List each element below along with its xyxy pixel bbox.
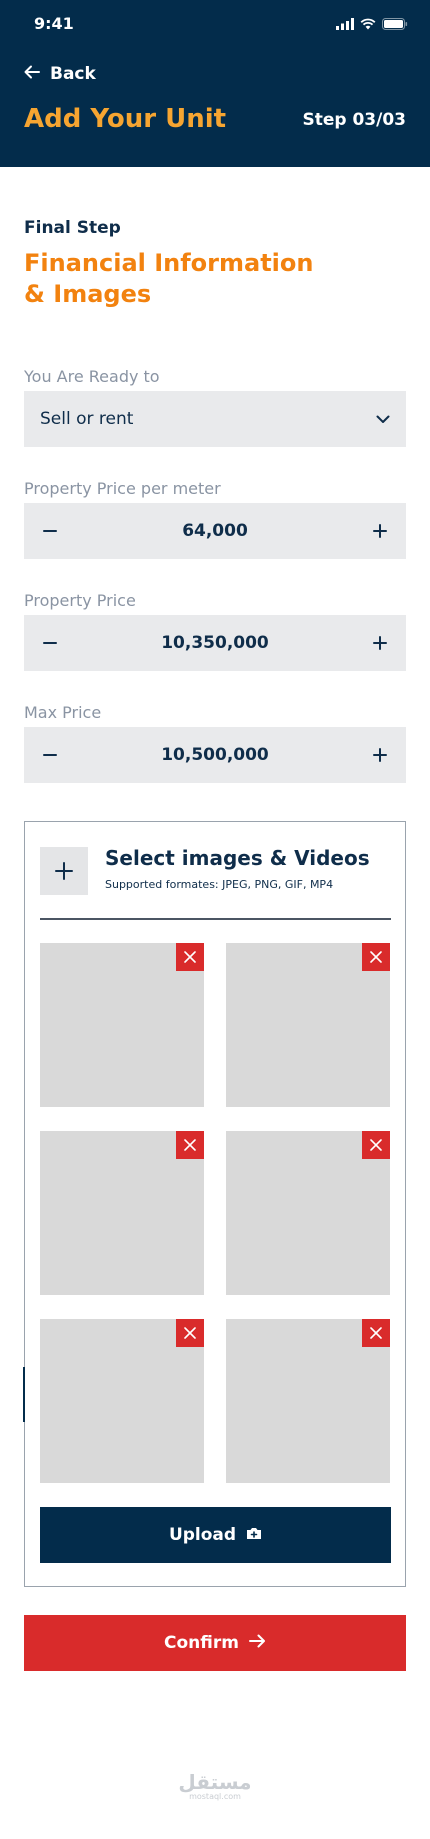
- decrement-button[interactable]: [38, 519, 62, 543]
- increment-button[interactable]: [368, 631, 392, 655]
- minus-icon: [43, 642, 57, 644]
- page-title: Add Your Unit: [24, 104, 227, 134]
- app-header: 9:41 Back Add Your Unit Step 03/03: [0, 0, 430, 167]
- remove-media-button[interactable]: [362, 1319, 390, 1347]
- back-label: Back: [50, 64, 96, 84]
- media-thumbnail[interactable]: [40, 1319, 204, 1483]
- add-media-button[interactable]: [40, 847, 88, 895]
- remove-media-button[interactable]: [176, 1319, 204, 1347]
- remove-media-button[interactable]: [176, 943, 204, 971]
- plus-icon: [372, 524, 387, 538]
- camera-plus-icon: [246, 1525, 262, 1545]
- watermark-url: mostaql.com: [189, 1792, 241, 1801]
- media-thumbnail[interactable]: [226, 1319, 390, 1483]
- wifi-icon: [360, 15, 376, 34]
- close-icon: [184, 951, 196, 963]
- status-bar: 9:41: [0, 0, 430, 46]
- increment-button[interactable]: [368, 743, 392, 767]
- upload-title: Select images & Videos: [105, 846, 370, 870]
- price-per-meter-label: Property Price per meter: [24, 479, 221, 498]
- close-icon: [184, 1139, 196, 1151]
- arrow-left-icon: [24, 64, 40, 84]
- decrement-button[interactable]: [38, 631, 62, 655]
- close-icon: [370, 1327, 382, 1339]
- close-icon: [370, 1139, 382, 1151]
- media-thumbnail[interactable]: [40, 1131, 204, 1295]
- price-per-meter-value[interactable]: 64,000: [182, 521, 248, 541]
- back-button[interactable]: Back: [24, 64, 96, 84]
- ready-to-label: You Are Ready to: [24, 367, 160, 386]
- status-time: 9:41: [34, 14, 74, 33]
- media-upload-card: Select images & Videos Supported formate…: [24, 821, 406, 1587]
- remove-media-button[interactable]: [176, 1131, 204, 1159]
- divider: [40, 918, 391, 920]
- minus-icon: [43, 530, 57, 532]
- property-price-label: Property Price: [24, 591, 136, 610]
- confirm-label: Confirm: [164, 1633, 239, 1653]
- scroll-indicator: [23, 1367, 25, 1422]
- arrow-right-icon: [248, 1633, 266, 1653]
- media-thumbnail[interactable]: [226, 1131, 390, 1295]
- increment-button[interactable]: [368, 519, 392, 543]
- confirm-button[interactable]: Confirm: [24, 1615, 406, 1671]
- remove-media-button[interactable]: [362, 1131, 390, 1159]
- close-icon: [184, 1327, 196, 1339]
- max-price-label: Max Price: [24, 703, 102, 722]
- cellular-signal-icon: [336, 15, 354, 34]
- watermark-text: مستقل: [178, 1770, 252, 1794]
- section-title: Financial Information & Images: [24, 249, 314, 308]
- plus-icon: [372, 636, 387, 650]
- battery-icon: [382, 15, 408, 34]
- supported-formats-text: Supported formates: JPEG, PNG, GIF, MP4: [105, 878, 334, 891]
- price-per-meter-stepper: 64,000: [24, 503, 406, 559]
- max-price-stepper: 10,500,000: [24, 727, 406, 783]
- upload-label: Upload: [168, 1525, 237, 1545]
- upload-button[interactable]: Upload: [40, 1507, 391, 1563]
- close-icon: [370, 951, 382, 963]
- watermark-logo: مستقل mostaql.com: [0, 1772, 430, 1801]
- status-icons: [336, 15, 408, 34]
- ready-to-select[interactable]: Sell or rent: [24, 391, 406, 447]
- property-price-stepper: 10,350,000: [24, 615, 406, 671]
- max-price-value[interactable]: 10,500,000: [161, 745, 269, 765]
- minus-icon: [43, 754, 57, 756]
- decrement-button[interactable]: [38, 743, 62, 767]
- plus-icon: [55, 862, 73, 880]
- ready-to-value: Sell or rent: [40, 409, 134, 429]
- remove-media-button[interactable]: [362, 943, 390, 971]
- plus-icon: [372, 748, 387, 762]
- step-indicator: Step 03/03: [302, 110, 406, 130]
- media-thumbnail[interactable]: [40, 943, 204, 1107]
- chevron-down-icon: [376, 409, 390, 429]
- section-label: Final Step: [24, 218, 121, 238]
- property-price-value[interactable]: 10,350,000: [161, 633, 269, 653]
- media-thumbnail[interactable]: [226, 943, 390, 1107]
